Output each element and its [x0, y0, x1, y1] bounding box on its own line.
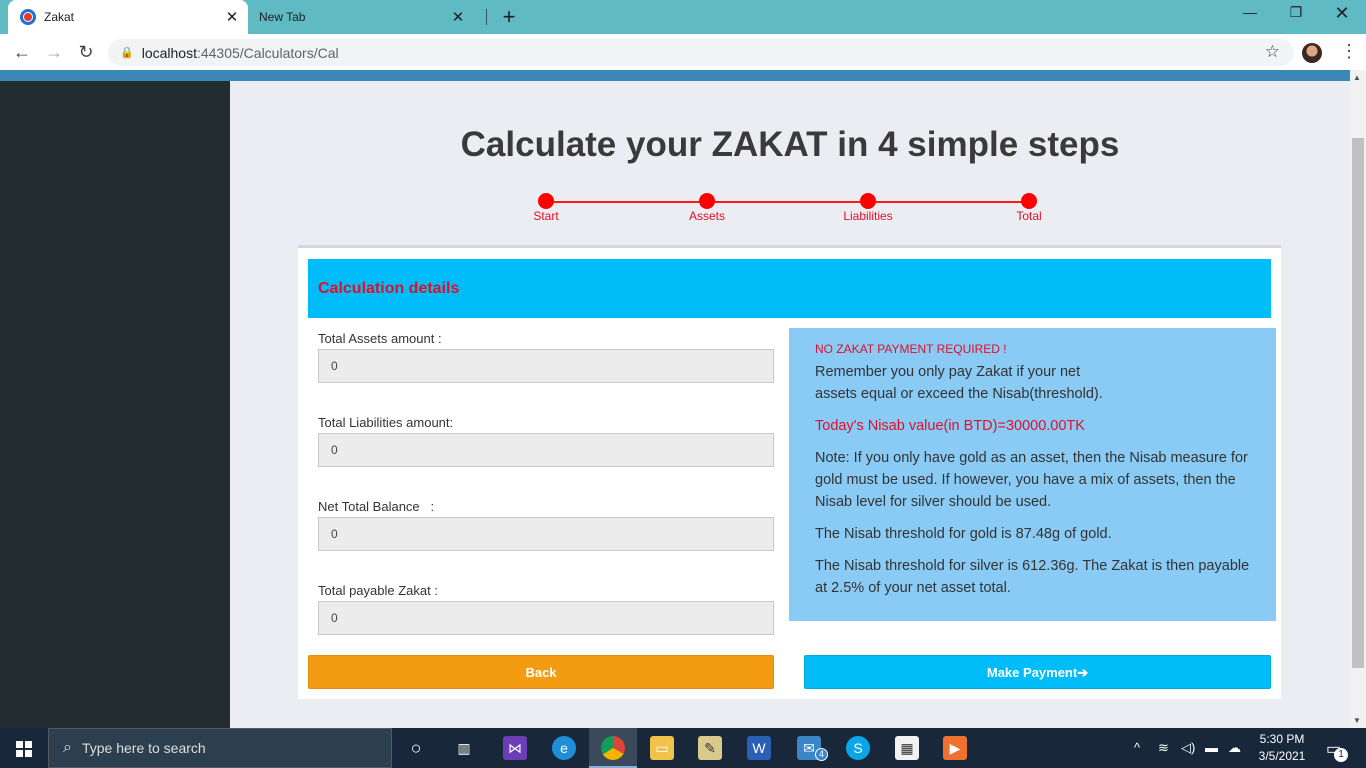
task-view-icon[interactable]: ▥	[452, 736, 476, 760]
chrome-icon[interactable]	[601, 736, 625, 760]
sidebar	[0, 81, 230, 728]
total-liabilities-label: Total Liabilities amount:	[318, 415, 454, 430]
tab-separator	[486, 9, 487, 25]
step-dot-icon	[860, 193, 876, 209]
tab-label: Zakat	[44, 10, 75, 24]
taskbar-clock[interactable]: 5:30 PM 3/5/2021	[1254, 731, 1310, 765]
close-tab-icon[interactable]: ✕	[220, 8, 244, 26]
scroll-down-icon[interactable]: ▼	[1353, 716, 1361, 725]
step-label: Total	[1016, 209, 1042, 223]
battery-icon[interactable]: ▬	[1205, 740, 1218, 755]
bookmark-star-icon[interactable]: ☆	[1265, 42, 1280, 62]
back-button-label: Back	[525, 665, 557, 680]
step-progress: Start Assets Liabilities Total	[528, 192, 1048, 223]
tab-zakat[interactable]: Zakat ✕	[8, 0, 248, 34]
step-label: Assets	[688, 209, 725, 223]
page-scrollbar[interactable]: ▲ ▼	[1350, 70, 1366, 728]
make-payment-label: Make Payment	[986, 665, 1078, 680]
visual-studio-icon[interactable]: ⋈	[503, 736, 527, 760]
step-label: Start	[533, 209, 559, 223]
forward-arrow-icon[interactable]: →	[42, 41, 66, 63]
net-total-balance-label: Net Total Balance :	[318, 499, 435, 514]
notification-count-badge: 1	[1334, 748, 1348, 762]
skype-icon[interactable]: S	[846, 736, 870, 760]
step-total[interactable]: Total	[984, 192, 1074, 223]
total-assets-input[interactable]: 0	[318, 349, 774, 383]
site-favicon-icon	[20, 9, 36, 25]
edge-icon[interactable]: e	[552, 736, 576, 760]
arrow-right-icon: ➔	[1077, 665, 1089, 680]
no-payment-warning: NO ZAKAT PAYMENT REQUIRED !	[815, 342, 1007, 356]
address-bar[interactable]: 🔒 localhost:44305/Calculators/Cal ☆	[108, 39, 1294, 66]
taskbar-search-box[interactable]: ⌕ Type here to search	[48, 728, 392, 768]
gold-threshold-text: The Nisab threshold for gold is 87.48g o…	[815, 526, 1112, 542]
page-title: Calculate your ZAKAT in 4 simple steps	[460, 125, 1120, 164]
silver-threshold-text: The Nisab threshold for silver is 612.36…	[815, 558, 1250, 596]
url-path: :44305/Calculators/Cal	[196, 44, 339, 61]
profile-avatar[interactable]	[1302, 43, 1322, 63]
close-tab-icon[interactable]: ✕	[446, 8, 470, 26]
top-navbar-strip	[0, 70, 1350, 81]
calculation-card: Calculation details Total Assets amount …	[298, 245, 1281, 699]
nisab-info-box: NO ZAKAT PAYMENT REQUIRED ! Remember you…	[789, 328, 1276, 621]
tab-label: New Tab	[259, 10, 306, 24]
scroll-thumb[interactable]	[1352, 138, 1364, 668]
make-payment-button[interactable]: Make Payment➔	[804, 655, 1271, 689]
lock-icon: 🔒	[120, 47, 134, 59]
wifi-icon[interactable]: ≋	[1158, 740, 1169, 756]
total-assets-label: Total Assets amount :	[318, 331, 442, 346]
browser-tab-bar: Zakat ✕ New Tab ✕ + — ❐ ✕	[0, 0, 1366, 34]
step-dot-icon	[699, 193, 715, 209]
step-label: Liabilities	[843, 209, 893, 223]
nisab-value-text: Today's Nisab value(in BTD)=30000.00TK	[815, 418, 1085, 434]
cortana-icon[interactable]: ○	[404, 736, 428, 760]
step-assets[interactable]: Assets	[662, 192, 752, 223]
scroll-up-icon[interactable]: ▲	[1353, 73, 1361, 82]
step-dot-icon	[538, 193, 554, 209]
new-tab-plus-icon[interactable]: +	[498, 4, 520, 30]
card-title: Calculation details	[318, 280, 460, 297]
total-payable-zakat-input[interactable]: 0	[318, 601, 774, 635]
close-window-icon[interactable]: ✕	[1322, 3, 1362, 24]
step-liabilities[interactable]: Liabilities	[823, 192, 913, 223]
store-icon[interactable]: ▦	[895, 736, 919, 760]
minimize-icon[interactable]: —	[1230, 4, 1270, 20]
word-icon[interactable]: W	[747, 736, 771, 760]
card-header: Calculation details	[308, 259, 1271, 318]
clock-date: 3/5/2021	[1258, 749, 1306, 763]
back-button[interactable]: Back	[308, 655, 774, 689]
search-placeholder: Type here to search	[81, 740, 206, 756]
tray-chevron-icon[interactable]: ^	[1134, 740, 1140, 755]
search-icon: ⌕	[63, 739, 72, 756]
step-line	[546, 201, 1030, 203]
main-content: Calculate your ZAKAT in 4 simple steps S…	[230, 81, 1350, 728]
file-explorer-icon[interactable]: ▭	[650, 736, 674, 760]
total-payable-zakat-label: Total payable Zakat :	[318, 583, 438, 598]
note-text: Note: If you only have gold as an asset,…	[815, 450, 1248, 510]
media-player-icon[interactable]: ▶	[943, 736, 967, 760]
windows-taskbar: ⌕ Type here to search ○ ▥ ⋈ e ▭ ✎ W ✉ 4 …	[0, 728, 1366, 768]
menu-kebab-icon[interactable]: ⋮	[1340, 42, 1358, 60]
restore-icon[interactable]: ❐	[1276, 4, 1316, 21]
back-arrow-icon[interactable]: ←	[10, 41, 34, 63]
net-total-balance-input[interactable]: 0	[318, 517, 774, 551]
address-toolbar: ← → ↻ 🔒 localhost:44305/Calculators/Cal …	[0, 34, 1366, 70]
clock-time: 5:30 PM	[1259, 732, 1305, 746]
step-start[interactable]: Start	[501, 192, 591, 223]
reload-icon[interactable]: ↻	[74, 41, 98, 63]
volume-icon[interactable]: ◁)	[1181, 740, 1195, 756]
step-dot-icon	[1021, 193, 1037, 209]
total-liabilities-input[interactable]: 0	[318, 433, 774, 467]
tab-new-tab[interactable]: New Tab ✕	[248, 0, 486, 34]
windows-start-icon[interactable]	[16, 741, 32, 757]
reminder-text: Remember you only pay Zakat if your net …	[815, 364, 1103, 402]
mail-badge: 4	[815, 748, 828, 761]
url-host: localhost	[141, 44, 197, 61]
onedrive-cloud-icon[interactable]: ☁	[1228, 740, 1241, 756]
tools-icon[interactable]: ✎	[698, 736, 722, 760]
